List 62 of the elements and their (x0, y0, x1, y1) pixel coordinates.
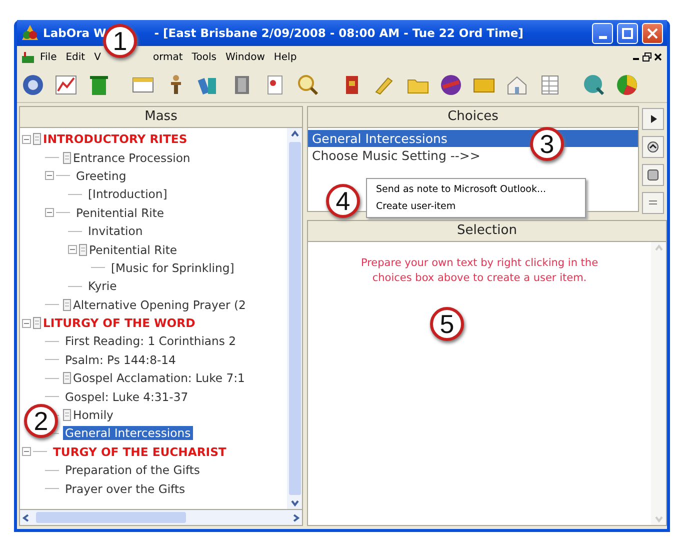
menu-item[interactable]: Help (270, 50, 301, 64)
tree-item[interactable]: Psalm: Ps 144:8-14 (63, 352, 178, 367)
tree-item[interactable]: Penitential Rite (87, 242, 180, 257)
menu-item[interactable]: File (36, 50, 61, 64)
panel-header: Mass (19, 106, 303, 128)
panel-header: Selection (307, 220, 667, 242)
close-icon (647, 28, 658, 38)
menu-item[interactable]: Tools (188, 50, 220, 64)
collapse-icon[interactable] (22, 447, 31, 456)
side-button[interactable] (642, 164, 664, 186)
panel-header: Choices (307, 106, 639, 128)
tree-item[interactable]: Gospel: Luke 4:31-37 (63, 390, 190, 404)
side-button[interactable] (642, 136, 664, 158)
tree-item[interactable]: Entrance Procession (71, 150, 192, 165)
context-menu-item[interactable]: Send as note to Microsoft Outlook... (367, 181, 585, 198)
horizontal-scrollbar[interactable] (19, 510, 303, 526)
minimize-icon (598, 36, 606, 38)
choice-item[interactable]: Choose Music Setting -->> (308, 147, 484, 164)
pie-chart-icon[interactable] (615, 73, 639, 97)
side-button[interactable] (642, 108, 664, 130)
app-menu-icon (21, 51, 35, 63)
app-logo-icon (21, 24, 39, 42)
tree-section-heading[interactable]: INTRODUCTORY RITES (41, 132, 190, 146)
restore-icon[interactable] (642, 52, 652, 62)
tree-item[interactable]: Greeting (74, 168, 128, 183)
tree-item[interactable]: Prayer over the Gifts (63, 482, 188, 496)
chart-icon[interactable] (54, 73, 78, 97)
close-icon[interactable] (653, 52, 663, 62)
tree-item[interactable]: First Reading: 1 Corinthians 2 (63, 334, 238, 348)
vertical-scrollbar[interactable] (287, 128, 302, 509)
magnifier-icon[interactable] (296, 73, 320, 97)
tree-section-heading[interactable]: TURGY OF THE EUCHARIST (51, 444, 228, 459)
maximize-button[interactable] (617, 22, 638, 44)
menu-item[interactable]: ormat (148, 50, 187, 64)
tree-item[interactable]: Gospel Acclamation: Luke 7:1 (71, 371, 247, 386)
tree-item[interactable]: Invitation (86, 224, 145, 238)
collapse-icon[interactable] (68, 245, 77, 254)
tree-item[interactable]: Kyrie (86, 279, 119, 294)
maximize-icon (622, 28, 633, 38)
instruction-text: Prepare your own text by right clicking in the choices box above to create a user item. (360, 256, 600, 286)
help-icon[interactable] (21, 73, 45, 97)
collapse-icon[interactable] (45, 208, 54, 218)
tree-item[interactable]: [Music for Sprinkling] (109, 260, 236, 275)
collapse-icon[interactable] (22, 318, 31, 328)
tree-item[interactable]: [Introduction] (86, 187, 170, 202)
up-icon (647, 141, 659, 153)
menu-item[interactable]: Edit (62, 50, 90, 64)
bin-icon[interactable] (87, 73, 111, 97)
tree-section-heading[interactable]: LITURGY OF THE WORD (41, 316, 198, 330)
context-menu-item[interactable]: Create user-item (367, 198, 585, 215)
tree-item[interactable]: Homily (71, 408, 116, 422)
minimize-button[interactable] (592, 22, 613, 44)
collapse-icon[interactable] (22, 134, 31, 144)
menu-item[interactable]: Window (221, 50, 269, 64)
tree-item[interactable]: Penitential Rite (74, 206, 166, 220)
close-button[interactable] (642, 22, 663, 44)
menu-item[interactable]: V (90, 50, 105, 64)
tree-item[interactable]: Preparation of the Gifts (63, 463, 202, 478)
tree-item[interactable]: General Intercessions (63, 426, 193, 440)
tree-item[interactable]: Alternative Opening Prayer (2 (71, 298, 248, 312)
collapse-icon[interactable] (45, 171, 54, 180)
window-title: - [East Brisbane 2/09/2008 - 08:00 AM - Tue 22 Ord Time] (154, 26, 524, 40)
